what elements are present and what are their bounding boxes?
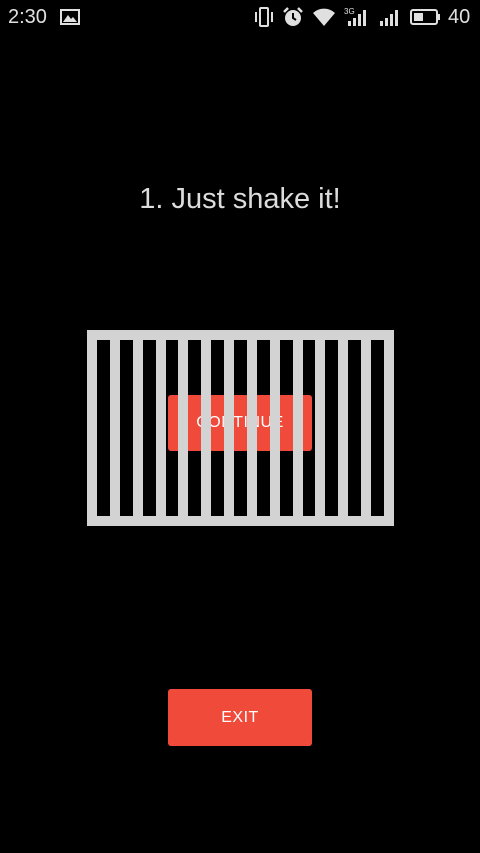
signal-icon (380, 10, 398, 26)
status-time: 2:30 (8, 6, 47, 28)
cage-bar (315, 330, 325, 526)
cage-bar (110, 330, 120, 526)
continue-button[interactable]: CONTINUE (168, 395, 312, 451)
image-icon (60, 9, 80, 25)
wifi-icon (313, 8, 335, 26)
page-title: 1. Just shake it! (139, 183, 341, 215)
signal-3g-icon: 3G (344, 7, 366, 26)
cage-bar (133, 330, 143, 526)
cage-bar (87, 330, 97, 526)
cage-bar (384, 330, 394, 526)
cage-top-rail (87, 330, 394, 340)
status-bar: 2:30 3G 40 (0, 0, 480, 34)
cage-bar (361, 330, 371, 526)
alarm-icon (283, 7, 303, 26)
cage-bar (156, 330, 166, 526)
svg-text:3G: 3G (344, 7, 355, 16)
battery-icon (410, 9, 440, 25)
cage-bottom-rail (87, 516, 394, 526)
exit-button[interactable]: EXIT (168, 689, 312, 746)
battery-level: 40 (448, 6, 471, 28)
vibrate-icon (255, 7, 273, 27)
cage-bar (338, 330, 348, 526)
